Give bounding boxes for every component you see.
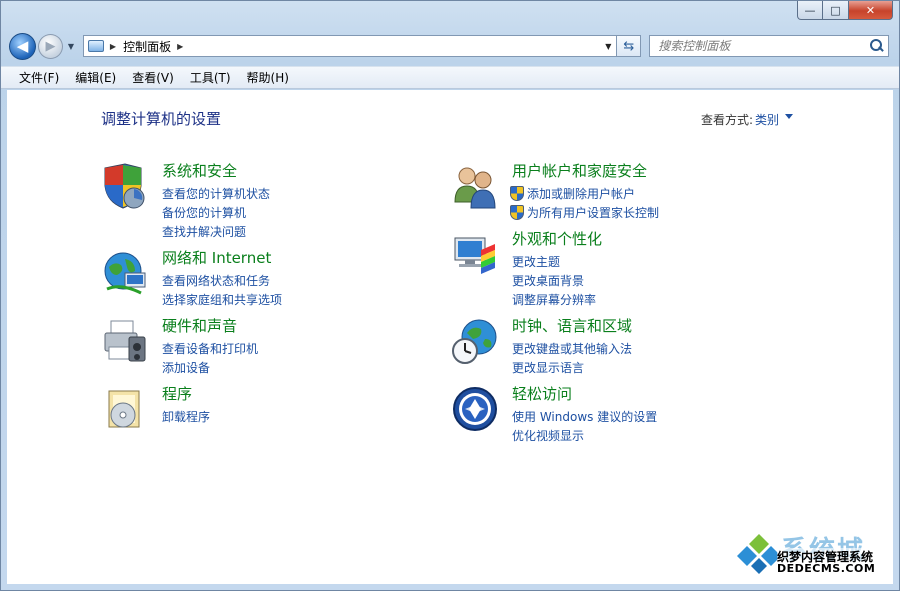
category-links: 添加或删除用户帐户 为所有用户设置家长控制 <box>510 184 659 222</box>
category-title[interactable]: 程序 <box>162 383 192 404</box>
network-globe-icon[interactable] <box>101 249 149 297</box>
link-label: 添加或删除用户帐户 <box>527 187 636 201</box>
link-change-background[interactable]: 更改桌面背景 <box>512 271 596 290</box>
close-button[interactable]: ✕ <box>849 1 893 20</box>
forward-arrow-icon: ▶ <box>45 38 56 54</box>
breadcrumb-separator-icon[interactable]: ▶ <box>110 42 116 51</box>
link-change-display-language[interactable]: 更改显示语言 <box>512 358 632 377</box>
maximize-button[interactable]: □ <box>823 1 849 20</box>
category-system-security: 系统和安全 查看您的计算机状态 备份您的计算机 查找并解决问题 <box>101 160 401 240</box>
search-box[interactable] <box>649 35 889 57</box>
uac-shield-icon <box>510 186 524 201</box>
link-add-device[interactable]: 添加设备 <box>162 358 258 377</box>
category-user-accounts: 用户帐户和家庭安全 添加或删除用户帐户 为所有用户设置家长控制 <box>451 160 771 220</box>
menu-help[interactable]: 帮助(H) <box>239 69 297 86</box>
category-programs: 程序 卸载程序 <box>101 383 401 433</box>
category-title[interactable]: 外观和个性化 <box>512 228 602 249</box>
search-input[interactable] <box>658 39 859 53</box>
watermark: 系统城 织梦内容管理系统 DEDECMS.COM <box>737 530 887 580</box>
link-devices-printers[interactable]: 查看设备和打印机 <box>162 339 258 358</box>
category-appearance: 外观和个性化 更改主题 更改桌面背景 调整屏幕分辨率 <box>451 228 771 308</box>
link-homegroup-sharing[interactable]: 选择家庭组和共享选项 <box>162 290 282 309</box>
navigation-bar: ◀ ▶ ▼ ▶ 控制面板 ▶ ▼ ⇆ <box>9 31 889 61</box>
page-title: 调整计算机的设置 <box>101 110 222 128</box>
menu-tools[interactable]: 工具(T) <box>182 69 239 86</box>
menu-bar: 文件(F) 编辑(E) 查看(V) 工具(T) 帮助(H) <box>1 66 899 89</box>
link-recommended-settings[interactable]: 使用 Windows 建议的设置 <box>512 407 657 426</box>
category-links: 更改主题 更改桌面背景 调整屏幕分辨率 <box>512 252 596 309</box>
link-change-input-method[interactable]: 更改键盘或其他输入法 <box>512 339 632 358</box>
view-by-label: 查看方式: <box>700 113 753 127</box>
menu-file[interactable]: 文件(F) <box>11 69 67 86</box>
refresh-icon: ⇆ <box>623 38 635 54</box>
category-links: 使用 Windows 建议的设置 优化视频显示 <box>512 407 657 445</box>
category-hardware-sound: 硬件和声音 查看设备和打印机 添加设备 <box>101 315 401 375</box>
uac-shield-icon <box>510 205 524 220</box>
chevron-down-icon[interactable] <box>785 114 793 119</box>
link-backup-computer[interactable]: 备份您的计算机 <box>162 203 270 222</box>
clock-globe-icon[interactable] <box>451 317 499 365</box>
users-icon[interactable] <box>451 162 499 210</box>
shield-security-icon[interactable] <box>101 162 149 210</box>
forward-button[interactable]: ▶ <box>37 33 63 59</box>
back-button[interactable]: ◀ <box>9 32 36 60</box>
search-icon[interactable] <box>869 39 883 53</box>
link-uninstall-program[interactable]: 卸载程序 <box>162 407 210 426</box>
link-add-remove-accounts[interactable]: 添加或删除用户帐户 <box>510 184 659 203</box>
ease-of-access-icon[interactable] <box>451 385 499 433</box>
address-bar[interactable]: ▶ 控制面板 ▶ ▼ <box>82 35 618 57</box>
breadcrumb-separator-icon[interactable]: ▶ <box>177 42 183 51</box>
link-view-network-status[interactable]: 查看网络状态和任务 <box>162 271 282 290</box>
link-change-theme[interactable]: 更改主题 <box>512 252 596 271</box>
watermark-line2: DEDECMS.COM <box>777 562 876 575</box>
link-view-computer-status[interactable]: 查看您的计算机状态 <box>162 184 270 203</box>
view-by-dropdown[interactable]: 类别 <box>755 111 779 128</box>
menu-edit[interactable]: 编辑(E) <box>67 69 124 86</box>
category-title[interactable]: 系统和安全 <box>162 160 237 181</box>
category-network-internet: 网络和 Internet 查看网络状态和任务 选择家庭组和共享选项 <box>101 247 401 307</box>
menu-view[interactable]: 查看(V) <box>124 69 182 86</box>
control-panel-icon <box>87 40 104 52</box>
printer-hardware-icon[interactable] <box>101 317 149 365</box>
chevron-down-icon: ▼ <box>67 41 74 51</box>
monitor-palette-icon[interactable] <box>451 230 499 278</box>
address-dropdown-button[interactable]: ▼ <box>600 42 616 51</box>
category-links: 查看您的计算机状态 备份您的计算机 查找并解决问题 <box>162 184 270 241</box>
link-screen-resolution[interactable]: 调整屏幕分辨率 <box>512 290 596 309</box>
link-parental-controls[interactable]: 为所有用户设置家长控制 <box>510 203 659 222</box>
category-title[interactable]: 时钟、语言和区域 <box>512 315 632 336</box>
recent-pages-dropdown[interactable]: ▼ <box>65 42 77 51</box>
category-links: 更改键盘或其他输入法 更改显示语言 <box>512 339 632 377</box>
refresh-button[interactable]: ⇆ <box>617 35 642 57</box>
back-arrow-icon: ◀ <box>16 37 29 55</box>
category-ease-of-access: 轻松访问 使用 Windows 建议的设置 优化视频显示 <box>451 383 771 443</box>
minimize-button[interactable]: — <box>797 1 823 20</box>
link-optimize-display[interactable]: 优化视频显示 <box>512 426 657 445</box>
breadcrumb-control-panel[interactable]: 控制面板 <box>123 38 171 55</box>
chevron-down-icon: ▼ <box>605 41 612 51</box>
link-label: 为所有用户设置家长控制 <box>527 206 660 220</box>
category-title[interactable]: 轻松访问 <box>512 383 572 404</box>
caption-buttons: — □ ✕ <box>797 1 893 20</box>
watermark-logo-icon <box>737 534 781 574</box>
category-links: 查看设备和打印机 添加设备 <box>162 339 258 377</box>
category-title[interactable]: 用户帐户和家庭安全 <box>512 160 647 181</box>
programs-disc-icon[interactable] <box>101 385 149 433</box>
main-content: 调整计算机的设置 查看方式: 类别 系统和安全 查看您的计算机状态 备份您的计算… <box>7 90 893 584</box>
category-links: 卸载程序 <box>162 407 210 426</box>
category-title[interactable]: 网络和 Internet <box>162 247 271 268</box>
link-find-fix-problems[interactable]: 查找并解决问题 <box>162 222 270 241</box>
category-clock-language-region: 时钟、语言和区域 更改键盘或其他输入法 更改显示语言 <box>451 315 771 375</box>
category-links: 查看网络状态和任务 选择家庭组和共享选项 <box>162 271 282 309</box>
control-panel-window: — □ ✕ ◀ ▶ ▼ ▶ 控制面板 ▶ ▼ ⇆ 文件(F) 编辑(E) 查看(… <box>0 0 900 591</box>
category-title[interactable]: 硬件和声音 <box>162 315 237 336</box>
